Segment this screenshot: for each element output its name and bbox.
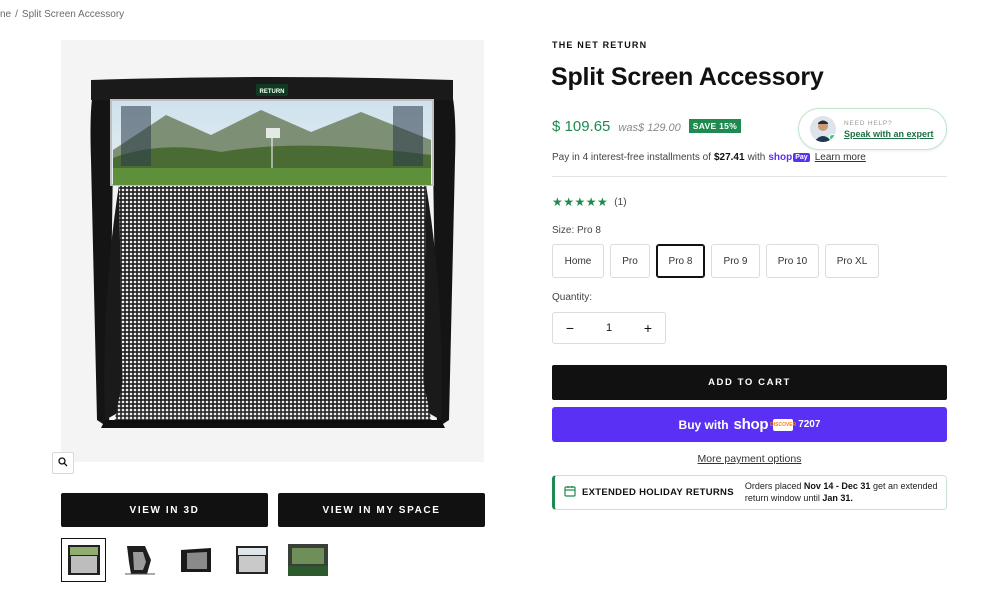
breadcrumb: ne / Split Screen Accessory xyxy=(0,9,124,20)
divider xyxy=(552,176,947,177)
calendar-icon xyxy=(564,484,576,502)
size-option-pro-8[interactable]: Pro 8 xyxy=(656,244,705,278)
buy-with-shop-button[interactable]: Buy with shop DISCOVER 7207 xyxy=(552,407,947,442)
size-option-home[interactable]: Home xyxy=(552,244,604,278)
holiday-title: EXTENDED HOLIDAY RETURNS xyxy=(582,487,734,498)
holiday-text-1: Orders placed xyxy=(744,481,802,491)
installments-prefix: Pay in 4 interest-free installments of xyxy=(552,152,711,163)
size-options: Home Pro Pro 8 Pro 9 Pro 10 Pro XL xyxy=(552,244,879,278)
shop-pay-logo: shop Pay xyxy=(768,152,810,163)
expert-avatar xyxy=(810,116,836,142)
speak-with-expert-link[interactable]: Speak with an expert xyxy=(844,129,934,140)
decrease-quantity-button[interactable]: − xyxy=(563,320,577,336)
svg-text:RETURN: RETURN xyxy=(260,89,285,95)
thumbnail-net-front-alt[interactable] xyxy=(229,538,274,582)
size-option-pro-10[interactable]: Pro 10 xyxy=(766,244,819,278)
learn-more-link[interactable]: Learn more xyxy=(815,152,866,163)
thumbnail-net-front[interactable] xyxy=(61,538,106,582)
size-label-text: Size: xyxy=(552,225,575,236)
breadcrumb-separator: / xyxy=(15,9,18,20)
review-count[interactable]: (1) xyxy=(614,197,626,208)
rating[interactable]: ★★★★★ (1) xyxy=(552,195,627,209)
price-row: $ 109.65 was$ 129.00 SAVE 15% xyxy=(552,118,742,135)
shop-pay-word: shop xyxy=(768,152,793,163)
add-to-cart-button[interactable]: ADD TO CART xyxy=(552,365,947,400)
thumbnail-net-angled[interactable] xyxy=(173,538,218,582)
save-badge: SAVE 15% xyxy=(688,119,742,133)
sale-price: $ 109.65 xyxy=(552,118,611,135)
card-last-four: 7207 xyxy=(798,419,821,430)
quantity-stepper: − 1 + xyxy=(552,312,666,344)
holiday-text: Orders placed Nov 14 - Dec 31 get an ext… xyxy=(745,481,946,504)
size-label: Size: Pro 8 xyxy=(552,225,601,236)
holiday-until: Jan 31. xyxy=(822,492,853,503)
increase-quantity-button[interactable]: + xyxy=(641,320,655,336)
size-option-pro-9[interactable]: Pro 9 xyxy=(711,244,760,278)
product-vendor[interactable]: THE NET RETURN xyxy=(552,40,647,50)
breadcrumb-home-link[interactable]: ne xyxy=(0,9,11,20)
breadcrumb-current: Split Screen Accessory xyxy=(21,9,125,20)
thumbnail-strip xyxy=(61,538,330,582)
view-in-my-space-button[interactable]: VIEW IN MY SPACE xyxy=(278,493,485,527)
size-option-pro[interactable]: Pro xyxy=(610,244,650,278)
magnifier-icon xyxy=(58,454,68,472)
view-in-3d-button[interactable]: VIEW IN 3D xyxy=(61,493,268,527)
zoom-button[interactable] xyxy=(52,452,74,474)
product-main-image[interactable]: RETURN xyxy=(61,40,484,462)
installments-text: Pay in 4 interest-free installments of $… xyxy=(552,152,866,163)
installments-with: with xyxy=(747,152,766,163)
discover-card-icon: DISCOVER xyxy=(770,418,796,431)
more-payment-options-link[interactable]: More payment options xyxy=(552,453,947,465)
quantity-input[interactable]: 1 xyxy=(606,322,612,334)
holiday-dates: Nov 14 - Dec 31 xyxy=(803,481,871,491)
thumbnail-indoor-room[interactable] xyxy=(285,538,330,582)
size-selected-value: Pro 8 xyxy=(577,225,601,236)
quantity-label: Quantity: xyxy=(552,292,593,303)
thumbnail-net-side[interactable] xyxy=(117,538,162,582)
product-title: Split Screen Accessory xyxy=(551,63,824,91)
holiday-returns-banner: EXTENDED HOLIDAY RETURNS Orders placed N… xyxy=(552,475,947,510)
size-option-pro-xl[interactable]: Pro XL xyxy=(825,244,879,278)
installments-amount: $27.41 xyxy=(713,152,745,163)
need-help-chip[interactable]: NEED HELP? Speak with an expert xyxy=(798,108,947,150)
need-help-label: NEED HELP? xyxy=(844,120,893,127)
online-status-dot xyxy=(829,134,836,141)
buy-with-label: Buy with xyxy=(678,417,729,432)
shop-logo: shop xyxy=(733,416,769,433)
shop-pay-badge: Pay xyxy=(793,153,810,162)
star-rating-icon: ★★★★★ xyxy=(552,195,609,209)
compare-at-price: was$ 129.00 xyxy=(618,122,681,134)
